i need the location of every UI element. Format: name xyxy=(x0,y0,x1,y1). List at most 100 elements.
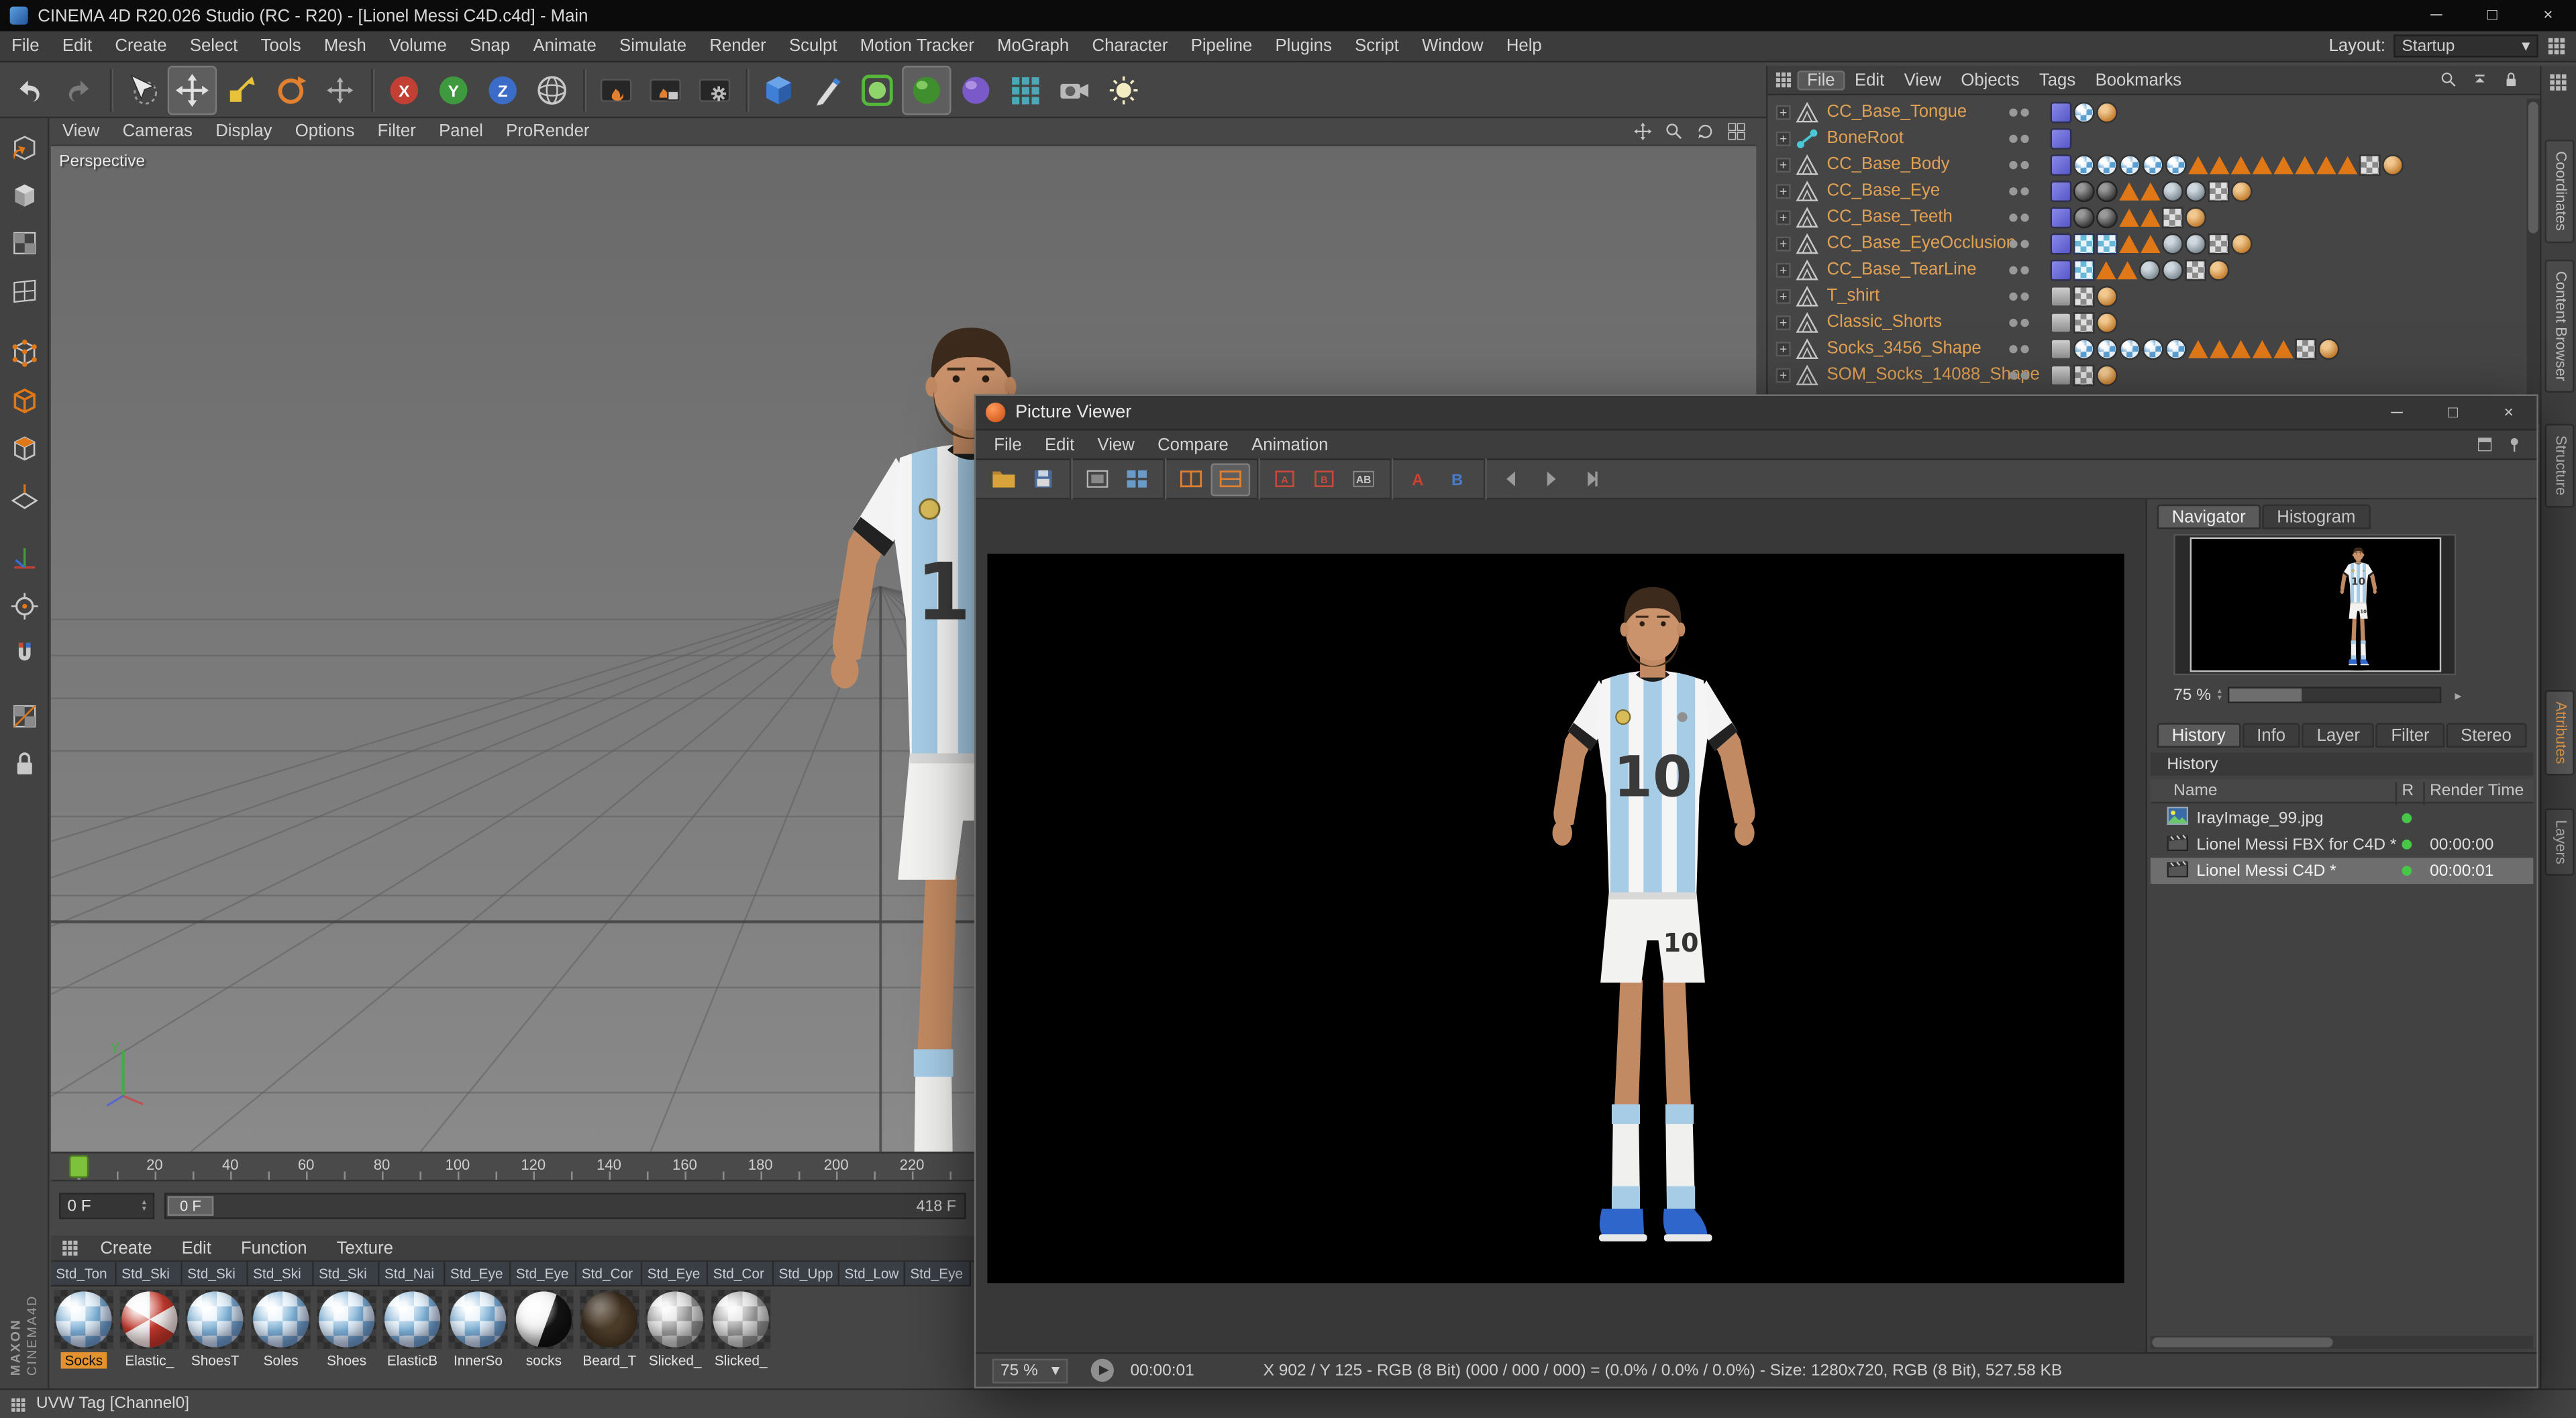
scroll-up-button[interactable] xyxy=(2467,68,2492,91)
expand-icon[interactable]: + xyxy=(1775,104,1791,119)
set-image-a-button[interactable]: A xyxy=(1265,462,1304,495)
visibility-dots[interactable] xyxy=(2009,265,2029,274)
picture-viewer-close-button[interactable]: × xyxy=(2481,396,2536,429)
material-name-tab[interactable]: Std_Eye xyxy=(905,1262,971,1287)
menu-motion-tracker[interactable]: Motion Tracker xyxy=(849,36,986,56)
expand-icon[interactable]: + xyxy=(1775,130,1791,146)
polygon-selection-tag-icon[interactable] xyxy=(2295,156,2315,174)
material-thumbnail[interactable] xyxy=(711,1289,771,1350)
material-name-tab[interactable]: Std_Cor xyxy=(708,1262,774,1287)
camera-button[interactable] xyxy=(1049,65,1098,114)
compare-horizontal-button[interactable] xyxy=(1172,462,1211,495)
magnet-snap-button[interactable] xyxy=(3,633,46,676)
menu-pipeline[interactable]: Pipeline xyxy=(1180,36,1264,56)
alpha-texture-tag-icon[interactable] xyxy=(2096,232,2118,254)
visibility-dots[interactable] xyxy=(2009,107,2029,116)
render-visibility-dot[interactable] xyxy=(2020,213,2029,221)
redo-button[interactable] xyxy=(54,65,103,114)
material-tag-icon[interactable] xyxy=(2073,206,2095,228)
texture-mode-button[interactable] xyxy=(3,222,46,265)
editor-visibility-dot[interactable] xyxy=(2009,186,2018,195)
visibility-dots[interactable] xyxy=(2009,186,2029,195)
menu-character[interactable]: Character xyxy=(1080,36,1179,56)
display-tag-icon[interactable] xyxy=(2230,232,2253,254)
object-manager-scrollbar[interactable] xyxy=(2526,98,2540,424)
viewport-menu-panel[interactable]: Panel xyxy=(427,121,495,141)
stereo-tab[interactable]: Stereo xyxy=(2446,723,2526,748)
object-row[interactable]: + CC_Base_Teeth xyxy=(1767,204,2525,230)
column-name[interactable]: Name xyxy=(2173,782,2217,800)
phong-tag-icon[interactable] xyxy=(2185,180,2207,201)
menu-help[interactable]: Help xyxy=(1495,36,1553,56)
visibility-dots[interactable] xyxy=(2009,239,2029,248)
polygon-selection-tag-icon[interactable] xyxy=(2119,235,2139,254)
menu-window[interactable]: Window xyxy=(1410,36,1495,56)
material-name-tab[interactable]: Std_Ton xyxy=(50,1262,117,1287)
swap-ab-button[interactable]: AB xyxy=(1344,462,1384,495)
material-name-tab[interactable]: Std_Upp xyxy=(774,1262,840,1287)
navigator-tab[interactable]: Navigator xyxy=(2157,504,2261,529)
texture-axis-mode-button[interactable] xyxy=(3,695,46,738)
freehand-spline-button[interactable] xyxy=(803,65,852,114)
menu-mesh[interactable]: Mesh xyxy=(313,36,378,56)
material-tag-icon[interactable] xyxy=(2096,180,2118,201)
viewport-menu-display[interactable]: Display xyxy=(204,121,284,141)
layout-grid-icon[interactable] xyxy=(2546,36,2566,56)
polygon-selection-tag-icon[interactable] xyxy=(2210,156,2230,174)
dock-button[interactable] xyxy=(2473,434,2497,455)
filter-tab[interactable]: Filter xyxy=(2376,723,2444,748)
material-tag-icon[interactable] xyxy=(2050,311,2072,333)
expand-icon[interactable]: + xyxy=(1775,236,1791,251)
texture-tag-icon[interactable] xyxy=(2073,338,2095,359)
weight-tag-icon[interactable] xyxy=(2050,232,2072,254)
render-visibility-dot[interactable] xyxy=(2020,370,2029,379)
material-thumbnail[interactable] xyxy=(448,1289,508,1350)
material-menu-function[interactable]: Function xyxy=(226,1238,322,1258)
frame-slider-handle[interactable]: 0 F xyxy=(167,1196,214,1216)
render-visibility-dot[interactable] xyxy=(2020,160,2029,168)
alpha-texture-tag-icon[interactable] xyxy=(2073,258,2095,281)
material-tag-icon[interactable] xyxy=(2050,285,2072,307)
play-image-button[interactable] xyxy=(1531,462,1571,495)
coordinate-system-button[interactable] xyxy=(527,65,576,114)
undo-button[interactable] xyxy=(5,65,54,114)
object-manager-menu-tags[interactable]: Tags xyxy=(2029,70,2085,89)
display-tag-icon[interactable] xyxy=(2318,338,2340,359)
menu-volume[interactable]: Volume xyxy=(378,36,458,56)
mograph-array-button[interactable] xyxy=(1000,65,1049,114)
menu-sculpt[interactable]: Sculpt xyxy=(778,36,849,56)
uvw-tag-icon[interactable] xyxy=(2073,285,2095,307)
workplane-lock-button[interactable] xyxy=(3,743,46,786)
material-name-tab[interactable]: Std_Ski xyxy=(313,1262,380,1287)
material-tag-icon[interactable] xyxy=(2096,206,2118,228)
set-image-b-button[interactable]: B xyxy=(1304,462,1344,495)
save-image-button[interactable] xyxy=(1023,462,1063,495)
fit-image-button[interactable] xyxy=(1078,462,1117,495)
material-name-tab[interactable]: Std_Eye xyxy=(642,1262,709,1287)
expand-icon[interactable]: + xyxy=(1775,314,1791,330)
viewport-menu-prorender[interactable]: ProRender xyxy=(495,121,601,141)
object-row[interactable]: + T_shirt xyxy=(1767,283,2525,309)
weight-tag-icon[interactable] xyxy=(2050,127,2072,149)
menu-mograph[interactable]: MoGraph xyxy=(986,36,1080,56)
polygon-selection-tag-icon[interactable] xyxy=(2117,261,2138,280)
column-rendered[interactable]: R xyxy=(2402,782,2414,800)
weight-tag-icon[interactable] xyxy=(2050,206,2072,228)
render-visibility-dot[interactable] xyxy=(2020,344,2029,353)
texture-tag-icon[interactable] xyxy=(2073,153,2095,175)
pin-button[interactable] xyxy=(2502,434,2527,455)
polygon-selection-tag-icon[interactable] xyxy=(2230,156,2251,174)
viewport-menu-cameras[interactable]: Cameras xyxy=(111,121,204,141)
editor-visibility-dot[interactable] xyxy=(2009,134,2018,142)
display-tag-icon[interactable] xyxy=(2382,153,2404,175)
texture-tag-icon[interactable] xyxy=(2073,101,2095,123)
dock-tab-attributes[interactable]: Attributes xyxy=(2544,690,2575,776)
visibility-dots[interactable] xyxy=(2009,370,2029,379)
window-close-button[interactable]: × xyxy=(2520,0,2576,32)
visibility-dots[interactable] xyxy=(2009,317,2029,326)
editor-visibility-dot[interactable] xyxy=(2009,160,2018,168)
polygon-selection-tag-icon[interactable] xyxy=(2252,156,2273,174)
material-name-tab[interactable]: Std_Cor xyxy=(576,1262,643,1287)
rotate-button[interactable] xyxy=(266,65,315,114)
render-settings-button[interactable] xyxy=(690,65,739,114)
